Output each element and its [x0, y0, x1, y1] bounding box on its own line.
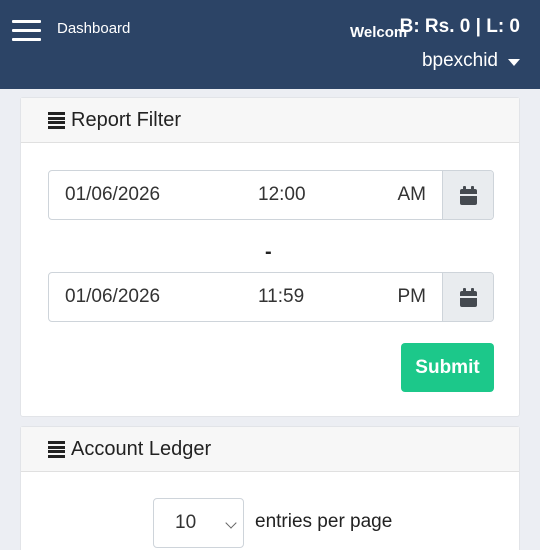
account-ledger-card: Account Ledger 10 entries per page [20, 426, 520, 550]
from-ampm: AM [397, 184, 427, 205]
dashboard-link[interactable]: Dashboard [57, 20, 130, 37]
report-filter-card: Report Filter 01/06/2026 12:00 AM - 01/0… [20, 97, 520, 417]
from-date: 01/06/2026 [65, 184, 161, 205]
from-datetime-input[interactable]: 01/06/2026 12:00 AM [49, 171, 442, 219]
calendar-icon [459, 185, 477, 205]
calendar-icon [459, 287, 477, 307]
account-ledger-header: Account Ledger [21, 427, 519, 472]
report-filter-title: Report Filter [71, 108, 182, 131]
entries-per-page-select[interactable]: 10 [153, 498, 244, 548]
from-calendar-button[interactable] [442, 171, 493, 219]
to-datetime-group: 01/06/2026 11:59 PM [48, 272, 494, 322]
to-time: 11:59 [258, 286, 305, 307]
top-navbar: Dashboard Welcome B: Rs. 0 | L: 0 bpexch… [0, 0, 540, 89]
to-date: 01/06/2026 [65, 286, 161, 307]
to-calendar-button[interactable] [442, 273, 493, 321]
account-ledger-title: Account Ledger [71, 437, 212, 460]
chevron-down-icon [225, 517, 237, 529]
from-datetime-group: 01/06/2026 12:00 AM [48, 170, 494, 220]
menu-icon[interactable] [12, 20, 41, 41]
from-time: 12:00 [258, 184, 306, 205]
balance-text: B: Rs. 0 | L: 0 [399, 16, 520, 37]
date-range-separator: - [265, 241, 272, 263]
username: bpexchid [421, 50, 498, 71]
user-dropdown[interactable]: bpexchid [422, 50, 520, 72]
list-icon [48, 441, 65, 458]
to-datetime-input[interactable]: 01/06/2026 11:59 PM [49, 273, 442, 321]
list-icon [48, 112, 65, 129]
to-ampm: PM [397, 286, 427, 307]
entries-per-page-label: entries per page [255, 511, 393, 532]
report-filter-header: Report Filter [21, 98, 519, 143]
submit-button[interactable]: Submit [401, 343, 494, 392]
caret-down-icon [508, 58, 520, 66]
entries-value: 10 [175, 512, 197, 533]
